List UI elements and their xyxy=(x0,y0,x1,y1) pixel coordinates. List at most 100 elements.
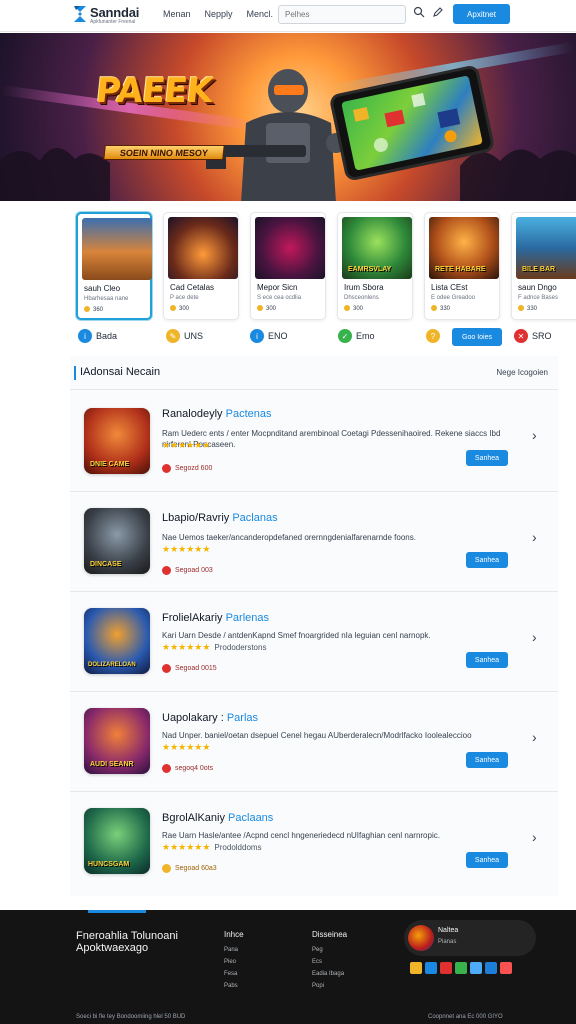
chevron-right-icon[interactable]: › xyxy=(532,428,542,442)
list-item[interactable]: DINCASE Lbapio/Ravriy Paclanas Nae Uemos… xyxy=(70,492,558,592)
item-meta: Segoad 003 xyxy=(162,566,213,575)
featured-card[interactable]: Cad Cetalas P ace dete 300 xyxy=(163,212,239,320)
app-icon: HUNCSGAM xyxy=(84,808,150,874)
header-cta-button[interactable]: Apxitnet xyxy=(453,4,510,24)
search-icon[interactable] xyxy=(411,6,427,22)
item-action-button[interactable]: Sanhea xyxy=(466,752,508,768)
social-icon[interactable] xyxy=(470,962,482,974)
section-see-all-link[interactable]: Nege Icogoien xyxy=(496,368,548,377)
phone-screen xyxy=(341,75,483,171)
chevron-right-icon[interactable]: › xyxy=(532,830,542,844)
status-dot-icon xyxy=(162,566,171,575)
card-art-text: EAMRSVLAY xyxy=(348,266,392,273)
edit-icon[interactable] xyxy=(430,6,446,22)
chip-uns[interactable]: ✎ UNS xyxy=(166,329,203,343)
social-icon[interactable] xyxy=(440,962,452,974)
card-subtitle: P ace dete xyxy=(170,295,199,301)
star-rating: ★★★★★★ xyxy=(162,742,211,752)
social-icon[interactable] xyxy=(455,962,467,974)
featured-card[interactable]: Mepor Sicn S ece cea ocdlia 300 xyxy=(250,212,326,320)
social-icon[interactable] xyxy=(500,962,512,974)
card-thumbnail: EAMRSVLAY xyxy=(342,217,412,279)
list-item[interactable]: AUDI SEANR Uapolakary : Parlas Nad Unper… xyxy=(70,692,558,792)
chip-bada[interactable]: i Bada xyxy=(78,329,117,343)
item-description: Nad Unper. baniel/oetan dsepuel Cenel he… xyxy=(162,731,472,740)
status-dot-icon xyxy=(162,664,171,673)
featured-card[interactable]: RETE HABARE Lista CEst E odee Greadoo 33… xyxy=(424,212,500,320)
card-meta: 300 xyxy=(257,305,276,312)
item-title: BgrolAlKaniy Paclaans xyxy=(162,812,274,824)
card-thumbnail xyxy=(255,217,325,279)
list-item[interactable]: DNIE CAME Ranalodeyly Pactenas Ram Ueder… xyxy=(70,392,558,492)
footer-profile-card[interactable]: Naltea Pianas xyxy=(404,920,536,956)
logo-name: Sanndai xyxy=(90,5,140,20)
list-item[interactable]: HUNCSGAM BgrolAlKaniy Paclaans Rae Uarn … xyxy=(70,792,558,892)
site-footer: Fneroahlia Tolunoani Apoktwaexago Inhce … xyxy=(0,910,576,1024)
footer-link[interactable]: Pabs xyxy=(224,980,244,992)
chevron-right-icon[interactable]: › xyxy=(532,630,542,644)
footer-column: Disseinea Peg Ecs Eadia Ibaga Popi xyxy=(312,930,347,992)
card-meta: 300 xyxy=(344,305,363,312)
card-meta: 360 xyxy=(84,306,103,313)
chip-eno[interactable]: i ENO xyxy=(250,329,288,343)
coin-icon xyxy=(257,305,263,311)
item-action-button[interactable]: Sanhea xyxy=(466,852,508,868)
item-action-button[interactable]: Sanhea xyxy=(466,652,508,668)
site-logo[interactable]: Sanndai Apkfunanter Freenal xyxy=(72,3,144,29)
footer-link[interactable]: Eadia Ibaga xyxy=(312,968,347,980)
nav-item-nepply[interactable]: Nepply xyxy=(205,9,233,19)
card-subtitle: E odee Greadoo xyxy=(431,295,476,301)
footer-legal: Coopnnet ana Ec 000 GIYO xyxy=(428,1014,503,1020)
app-list-section: IAdonsai Necain Nege Icogoien DNIE CAME … xyxy=(70,356,558,896)
status-dot-icon xyxy=(162,764,171,773)
footer-link[interactable]: Pieo xyxy=(224,956,244,968)
card-thumbnail xyxy=(82,218,152,280)
item-meta: Segoad 0015 xyxy=(162,664,217,673)
featured-card[interactable]: sauh Cleo Hbarhesaa nane 360 xyxy=(76,212,152,320)
featured-card[interactable]: BILE BAR saun Dngo F adnce Bases 330 xyxy=(511,212,576,320)
hero-subtitle: SOEIN NINO MESOY xyxy=(103,145,225,160)
chip-help[interactable]: ? xyxy=(426,329,440,343)
chip-action-button[interactable]: Goo Ioies xyxy=(452,328,502,346)
footer-link[interactable]: Pana xyxy=(224,944,244,956)
search-input[interactable] xyxy=(278,5,406,24)
social-icon[interactable] xyxy=(410,962,422,974)
card-meta: 330 xyxy=(518,305,537,312)
section-accent-bar xyxy=(74,366,76,380)
card-subtitle: Hbarhesaa nane xyxy=(84,296,129,302)
coin-icon xyxy=(84,306,90,312)
item-description: Nae Uemos taeker/ancanderopdefaned orern… xyxy=(162,533,416,542)
category-chips: i Bada ✎ UNS i ENO ✓ Emo ? Goo Ioies ✕ S… xyxy=(76,326,576,348)
hero-banner[interactable]: PAEEK SOEIN NINO MESOY xyxy=(0,33,576,201)
item-meta: Segozd 600 xyxy=(162,464,212,473)
footer-link[interactable]: Ecs xyxy=(312,956,347,968)
list-item[interactable]: DOLIZARELOAN FrolielAkariy Parlenas Kari… xyxy=(70,592,558,692)
app-icon: DNIE CAME xyxy=(84,408,150,474)
card-title: sauh Cleo xyxy=(84,284,121,293)
info-icon: i xyxy=(78,329,92,343)
nav-item-menan[interactable]: Menan xyxy=(163,9,191,19)
item-action-button[interactable]: Sanhea xyxy=(466,552,508,568)
card-subtitle: F adnce Bases xyxy=(518,295,559,301)
star-rating: ★★★★★★ Prododerstons xyxy=(162,642,267,652)
footer-link[interactable]: Fesa xyxy=(224,968,244,980)
footer-link[interactable]: Popi xyxy=(312,980,347,992)
chevron-right-icon[interactable]: › xyxy=(532,530,542,544)
item-meta: Segoad 60a3 xyxy=(162,864,217,873)
logo-mark-icon xyxy=(74,6,86,22)
social-icon[interactable] xyxy=(485,962,497,974)
chip-emo[interactable]: ✓ Emo xyxy=(338,329,375,343)
social-icon[interactable] xyxy=(425,962,437,974)
chevron-right-icon[interactable]: › xyxy=(532,730,542,744)
card-title: Irum Sbora xyxy=(344,283,384,292)
section-header: IAdonsai Necain Nege Icogoien xyxy=(70,356,558,390)
status-dot-icon xyxy=(162,864,171,873)
footer-link[interactable]: Peg xyxy=(312,944,347,956)
item-description: Ram Uederc ents / enter Mocpnditand arem… xyxy=(162,429,501,449)
nav-item-mencl[interactable]: Mencl. xyxy=(247,9,274,19)
chip-sro[interactable]: ✕ SRO xyxy=(514,329,552,343)
card-thumbnail: BILE BAR xyxy=(516,217,576,279)
item-action-button[interactable]: Sanhea xyxy=(466,450,508,466)
featured-card[interactable]: EAMRSVLAY Irum Sbora Dhsceonlens 300 xyxy=(337,212,413,320)
card-title: saun Dngo xyxy=(518,283,557,292)
